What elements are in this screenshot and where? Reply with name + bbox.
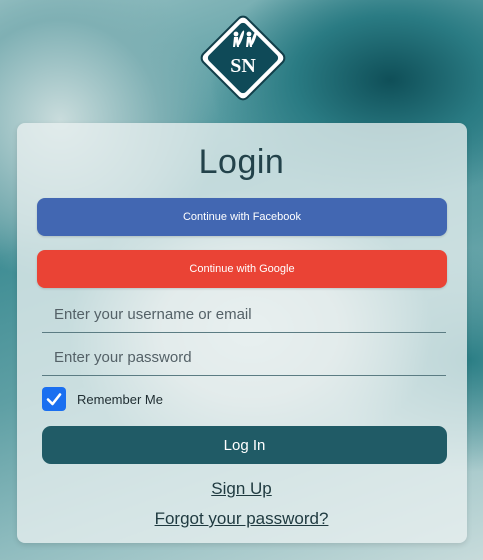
remember-me: Remember Me xyxy=(42,387,163,411)
forgot-password-label: Forgot your password? xyxy=(154,509,329,528)
google-login-label: Continue with Google xyxy=(189,263,295,275)
username-field-wrapper xyxy=(42,296,446,333)
signup-link[interactable]: Sign Up xyxy=(0,479,483,499)
signup-link-label: Sign Up xyxy=(211,479,272,498)
checkmark-icon xyxy=(46,393,62,406)
login-button[interactable]: Log In xyxy=(42,426,447,464)
facebook-login-label: Continue with Facebook xyxy=(182,211,301,223)
google-login-button[interactable]: Continue with Google xyxy=(37,250,447,288)
forgot-password-link[interactable]: Forgot your password? xyxy=(0,509,483,529)
username-input[interactable] xyxy=(42,296,446,332)
facebook-login-button[interactable]: Continue with Facebook xyxy=(37,198,447,236)
remember-me-label: Remember Me xyxy=(77,391,163,407)
remember-me-checkbox[interactable] xyxy=(42,387,66,411)
login-button-label: Log In xyxy=(223,436,266,454)
surfers-logo-icon: SN xyxy=(200,15,286,101)
page-title: Login xyxy=(198,143,285,181)
logo-text: SN xyxy=(230,55,256,77)
password-input[interactable] xyxy=(42,339,446,375)
password-field-wrapper xyxy=(42,339,446,376)
